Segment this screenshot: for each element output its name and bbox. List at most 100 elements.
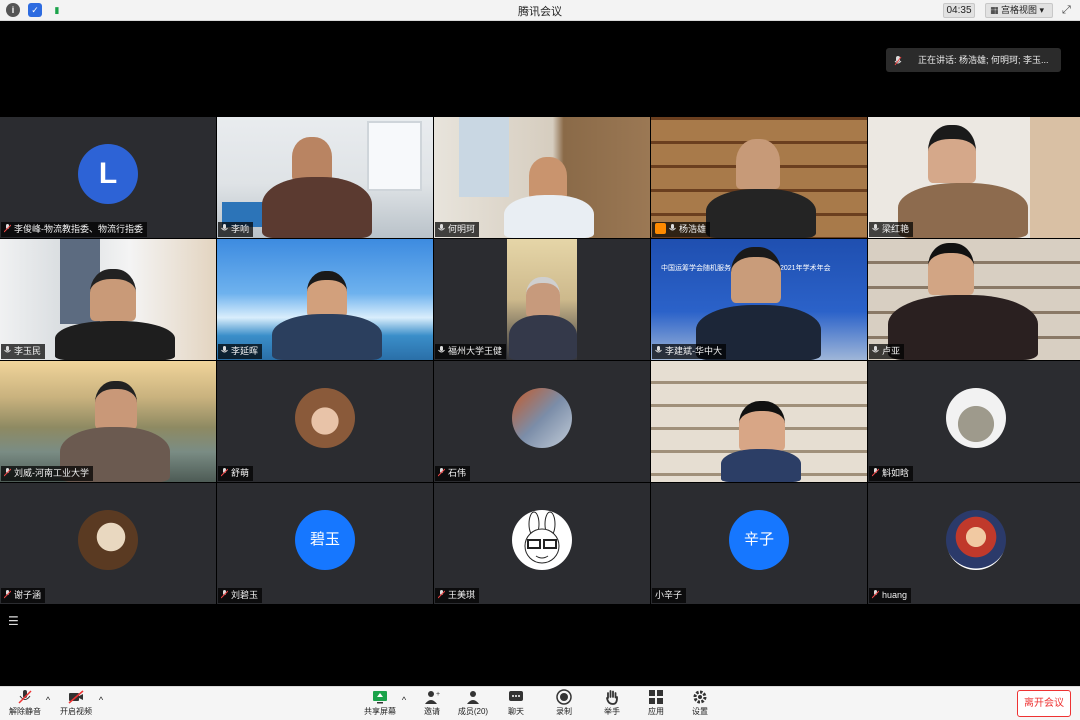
participant-name-label: 李响 (218, 222, 254, 237)
participant-name: 刘碧玉 (231, 590, 259, 600)
apps-label: 应用 (648, 707, 664, 716)
participant-name: 李俊峰-物流教指委、物流行指委 (14, 224, 143, 234)
video-feed (0, 239, 216, 360)
settings-button[interactable]: 设置 (686, 689, 714, 717)
mic-icon (872, 346, 879, 353)
participant-name-label: 梁红艳 (869, 222, 914, 237)
participant-tile[interactable]: 石伟 (434, 361, 650, 482)
participant-name-label: 舒萌 (218, 466, 254, 481)
participant-name: 梁红艳 (882, 224, 910, 234)
video-feed (651, 117, 867, 238)
muted-mic-icon (221, 590, 228, 599)
members-button[interactable]: 成员(20) (455, 689, 491, 717)
raise-hand-label: 举手 (604, 707, 620, 716)
view-mode-dropdown[interactable]: ▦ 宫格视图 ▾ (985, 3, 1053, 18)
leave-meeting-button[interactable]: 离开会议 (1017, 690, 1071, 717)
share-options-chevron[interactable]: ^ (399, 695, 409, 705)
share-screen-button[interactable]: 共享屏幕 (362, 689, 398, 717)
avatar: 辛子 (729, 509, 789, 570)
unmute-button[interactable]: 解除静音 (8, 689, 42, 717)
hand-icon (606, 690, 618, 705)
audio-options-chevron[interactable]: ^ (43, 695, 53, 705)
chat-icon (509, 691, 523, 701)
participant-tile[interactable]: 辛子 小辛子 (651, 483, 867, 604)
svg-text:+: + (436, 691, 440, 698)
muted-mic-icon (4, 224, 11, 233)
start-video-button[interactable]: 开启视频 (58, 689, 94, 717)
participant-tile[interactable] (651, 361, 867, 482)
avatar (946, 387, 1006, 448)
participant-name: 王美琪 (448, 590, 476, 600)
video-feed (0, 361, 216, 482)
participant-name-label: huang (869, 588, 912, 603)
participant-tile[interactable]: 李玉民 (0, 239, 216, 360)
participant-tile[interactable]: 杨浩雄 (651, 117, 867, 238)
participant-name-label: 杨浩雄 (652, 222, 711, 237)
participant-tile[interactable]: 舒萌 (217, 361, 433, 482)
muted-mic-icon (872, 590, 879, 599)
participant-tile[interactable]: 李延晖 (217, 239, 433, 360)
participant-tile[interactable]: 谢子涵 (0, 483, 216, 604)
participant-tile[interactable]: 卢亚 (868, 239, 1080, 360)
mic-icon (655, 346, 662, 353)
participant-name-label: 刘威-河南工业大学 (1, 466, 93, 481)
view-mode-label: 宫格视图 (1001, 5, 1038, 15)
video-options-chevron[interactable]: ^ (96, 695, 106, 705)
mic-icon (669, 224, 676, 231)
participant-tile[interactable]: 梁红艳 (868, 117, 1080, 238)
participant-name: 小辛子 (655, 590, 683, 600)
members-icon (467, 691, 479, 704)
participant-name-label: 刘碧玉 (218, 588, 263, 603)
participant-name-label: 李延晖 (218, 344, 263, 359)
avatar (295, 387, 355, 448)
participant-name: 舒萌 (231, 468, 250, 478)
members-label: 成员(20) (457, 707, 489, 716)
participant-tile[interactable]: L 李俊峰-物流教指委、物流行指委 (0, 117, 216, 238)
participant-tile[interactable]: 刘威-河南工业大学 (0, 361, 216, 482)
participant-tile[interactable]: 何明珂 (434, 117, 650, 238)
list-menu-icon[interactable]: ☰ (8, 614, 19, 628)
video-feed (434, 117, 650, 238)
participant-name: 李玉民 (14, 346, 42, 356)
participant-name: 卢亚 (882, 346, 901, 356)
apps-button[interactable]: 应用 (642, 689, 670, 717)
participant-name: 李响 (231, 224, 250, 234)
chevron-up-icon: ^ (45, 695, 51, 705)
avatar: 碧玉 (295, 509, 355, 570)
participant-tile[interactable]: 斛如晗 (868, 361, 1080, 482)
participant-name: 李延晖 (231, 346, 259, 356)
participant-tile[interactable]: 李响 (217, 117, 433, 238)
participant-tile[interactable]: 福州大学王健 (434, 239, 650, 360)
muted-mic-icon (438, 590, 445, 599)
record-button[interactable]: 录制 (550, 689, 578, 717)
title-bar: i ✓ ▮ 腾讯会议 04:35 ▦ 宫格视图 ▾ ⤢ (0, 0, 1080, 21)
muted-mic-icon (221, 468, 228, 477)
avatar (512, 509, 572, 570)
muted-mic-icon (872, 468, 879, 477)
participant-tile[interactable]: 碧玉 刘碧玉 (217, 483, 433, 604)
participant-name: 谢子涵 (14, 590, 42, 600)
raise-hand-button[interactable]: 举手 (598, 689, 626, 717)
cartoon-rabbit-icon (524, 511, 560, 563)
mic-icon (894, 55, 902, 65)
video-feed (651, 361, 867, 482)
participant-name: 刘威-河南工业大学 (14, 468, 89, 478)
fullscreen-icon[interactable]: ⤢ (1062, 4, 1071, 17)
grid-icon: ▦ (990, 5, 1002, 15)
avatar (946, 509, 1006, 570)
participant-name-label: 小辛子 (652, 588, 687, 603)
chat-button[interactable]: 聊天 (502, 689, 530, 717)
participant-tile[interactable]: 中国运筹学会随机服务与运作管理分会2021年学术年会 李建斌-华中大 (651, 239, 867, 360)
mic-icon (438, 224, 445, 231)
invite-button[interactable]: + 邀请 (418, 689, 446, 717)
participant-tile[interactable]: huang (868, 483, 1080, 604)
avatar (512, 387, 572, 448)
participant-name-label: 石伟 (435, 466, 471, 481)
speaking-text: 正在讲话: 杨浩雄; 何明珂; 李玉... (918, 55, 1049, 65)
avatar (78, 509, 138, 570)
participant-tile[interactable]: 王美琪 (434, 483, 650, 604)
mic-icon (438, 346, 445, 353)
mic-icon (872, 224, 879, 231)
meeting-toolbar: 解除静音 ^ 开启视频 ^ 共享屏幕 ^ + 邀请 成员(20) 聊天 录制 举… (0, 686, 1080, 720)
share-screen-label: 共享屏幕 (364, 707, 396, 716)
